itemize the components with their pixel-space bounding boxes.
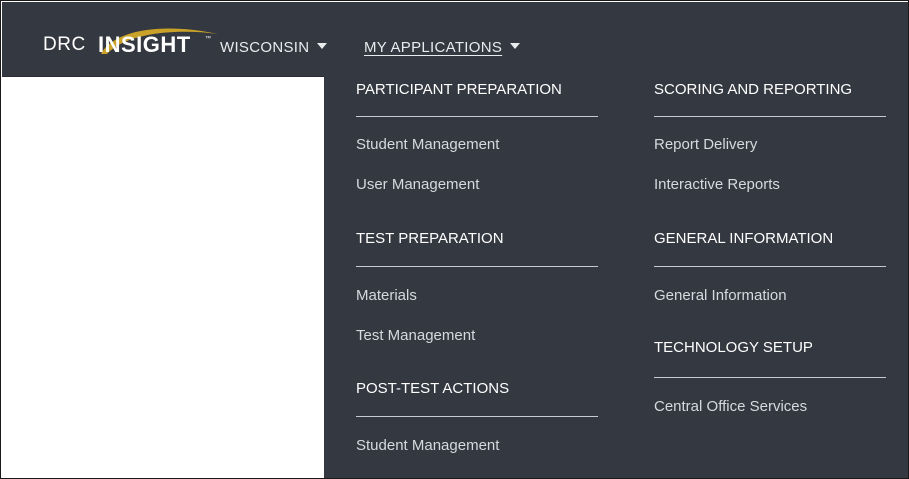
section-divider bbox=[654, 116, 886, 117]
section-header-scoring-and-reporting: SCORING AND REPORTING bbox=[654, 81, 853, 98]
menu-item-student-management[interactable]: Student Management bbox=[356, 136, 499, 153]
section-header-general-information: GENERAL INFORMATION bbox=[654, 230, 834, 247]
chevron-down-icon bbox=[510, 43, 521, 50]
app-frame: DRC INSIGHT ™ WISCONSIN MY APPLICATIONS … bbox=[0, 0, 909, 479]
section-divider bbox=[356, 266, 598, 267]
logo-drc-text: DRC bbox=[43, 34, 86, 55]
logo-trademark: ™ bbox=[205, 36, 211, 42]
menu-item-test-management[interactable]: Test Management bbox=[356, 327, 475, 344]
menu-item-interactive-reports[interactable]: Interactive Reports bbox=[654, 176, 780, 193]
section-header-post-test-actions: POST-TEST ACTIONS bbox=[356, 380, 510, 397]
chevron-down-icon bbox=[317, 43, 328, 50]
section-divider bbox=[654, 377, 886, 378]
menu-item-report-delivery[interactable]: Report Delivery bbox=[654, 136, 757, 153]
state-selector-label: WISCONSIN bbox=[220, 39, 310, 56]
drc-insight-logo[interactable]: DRC INSIGHT ™ bbox=[43, 24, 218, 60]
menu-item-general-information[interactable]: General Information bbox=[654, 287, 787, 304]
top-navigation-bar: DRC INSIGHT ™ WISCONSIN MY APPLICATIONS bbox=[2, 2, 908, 77]
logo-insight-text: INSIGHT bbox=[98, 32, 191, 57]
menu-item-user-management[interactable]: User Management bbox=[356, 176, 479, 193]
section-divider bbox=[356, 116, 598, 117]
menu-item-materials[interactable]: Materials bbox=[356, 287, 417, 304]
section-header-test-preparation: TEST PREPARATION bbox=[356, 230, 504, 247]
section-header-technology-setup: TECHNOLOGY SETUP bbox=[654, 339, 813, 356]
menu-item-central-office-services[interactable]: Central Office Services bbox=[654, 398, 807, 415]
my-applications-dropdown-menu: PARTICIPANT PREPARATION Student Manageme… bbox=[324, 76, 908, 478]
section-header-participant-preparation: PARTICIPANT PREPARATION bbox=[356, 81, 562, 98]
section-divider bbox=[654, 266, 886, 267]
menu-item-post-test-student-management[interactable]: Student Management bbox=[356, 437, 499, 454]
my-applications-label: MY APPLICATIONS bbox=[364, 39, 503, 56]
state-selector-dropdown[interactable]: WISCONSIN bbox=[220, 39, 328, 56]
my-applications-menu-toggle[interactable]: MY APPLICATIONS bbox=[364, 39, 521, 56]
section-divider bbox=[356, 416, 598, 417]
